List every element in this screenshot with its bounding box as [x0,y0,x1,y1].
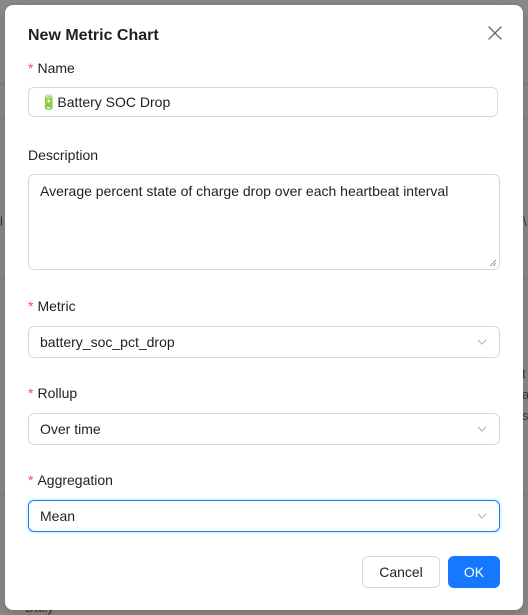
aggregation-select-value: Mean [40,508,76,524]
background-text: l [0,214,3,229]
close-button[interactable] [485,23,505,43]
chevron-down-icon [477,513,487,519]
name-label: * Name [28,60,75,76]
rollup-select[interactable]: Over time [28,413,500,445]
ok-button[interactable]: OK [448,556,500,588]
description-textarea[interactable]: Average percent state of charge drop ove… [28,174,500,270]
chevron-down-icon [477,426,487,432]
rollup-label: * Rollup [28,385,78,401]
resize-grip-icon[interactable] [489,259,497,267]
aggregation-select[interactable]: Mean [28,500,500,532]
chevron-down-icon [477,339,487,345]
cancel-button[interactable]: Cancel [362,556,440,588]
required-asterisk: * [28,385,34,401]
dialog-title: New Metric Chart [28,27,159,44]
close-icon [488,26,502,40]
aggregation-label: * Aggregation [28,472,113,488]
rollup-select-value: Over time [40,421,101,437]
new-metric-chart-dialog: New Metric Chart * Name 🔋Battery SOC Drop… [5,5,523,610]
description-label: Description [28,147,99,163]
required-asterisk: * [28,298,34,314]
metric-label: * Metric [28,298,76,314]
required-asterisk: * [28,60,34,76]
name-input[interactable]: 🔋Battery SOC Drop [28,87,498,117]
background-text: \ [523,214,527,229]
description-value: Average percent state of charge drop ove… [40,183,449,199]
metric-select-value: battery_soc_pct_drop [40,334,175,350]
name-input-value: 🔋Battery SOC Drop [40,93,171,110]
required-asterisk: * [28,472,34,488]
metric-select[interactable]: battery_soc_pct_drop [28,326,500,358]
